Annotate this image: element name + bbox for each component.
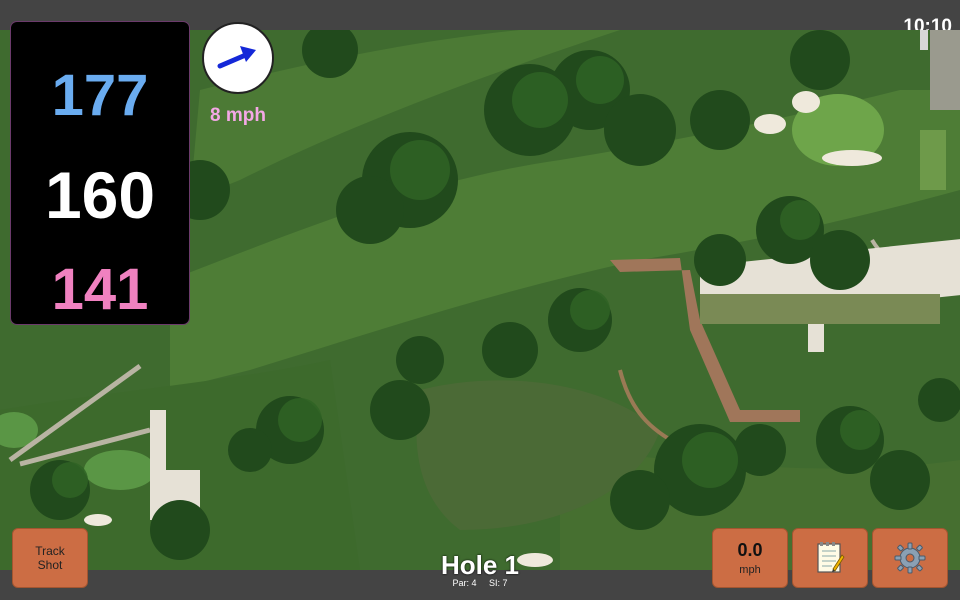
speed-value: 0.0 <box>737 540 763 560</box>
golf-gps-app: 10:10 177 160 141 8 mph Track Shot Hole … <box>0 0 960 600</box>
track-shot-label-line2: Shot <box>37 558 63 572</box>
distance-panel: 177 160 141 <box>11 22 189 324</box>
wind-direction-dial <box>202 22 274 94</box>
hole-stroke-index: SI: 7 <box>489 578 508 588</box>
middle-of-green-distance: 160 <box>44 158 156 232</box>
notes-button[interactable] <box>792 528 868 588</box>
speed-button[interactable]: 0.0 mph <box>712 528 788 588</box>
notepad-icon <box>817 542 845 573</box>
track-shot-label-line1: Track <box>35 544 65 558</box>
wind-speed: 8 mph <box>210 105 266 126</box>
back-of-green-distance: 177 <box>51 63 149 128</box>
hole-par: Par: 4 <box>452 578 477 588</box>
hole-title: Hole 1 <box>440 550 520 580</box>
hole-details: Par: 4 SI: 7 <box>380 578 580 588</box>
arrow-icon <box>217 46 256 69</box>
track-shot-button[interactable]: Track Shot <box>12 528 88 588</box>
gear-icon <box>894 542 926 574</box>
front-of-green-distance: 141 <box>51 257 149 322</box>
settings-button[interactable] <box>872 528 948 588</box>
speed-unit: mph <box>739 564 761 576</box>
